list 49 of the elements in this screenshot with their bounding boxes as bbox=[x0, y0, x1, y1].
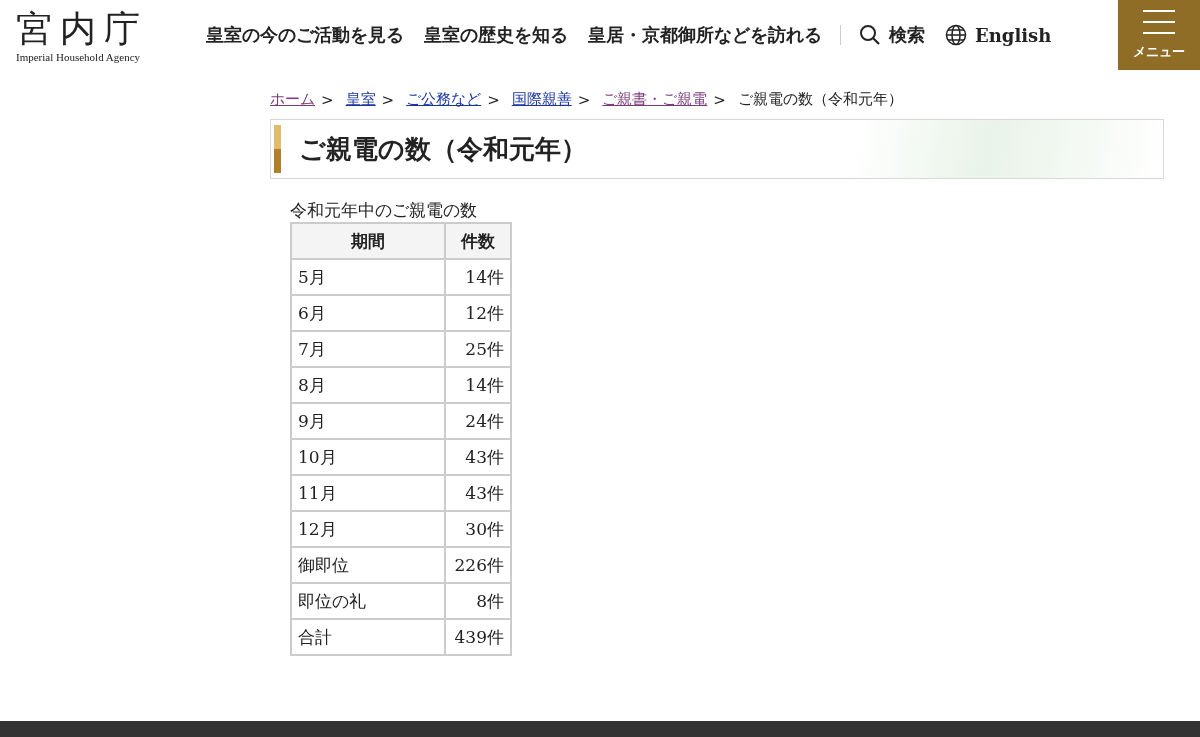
table-cell: 御即位 bbox=[291, 547, 445, 583]
table-cell: 30件 bbox=[445, 511, 511, 547]
table-caption: 令和元年中のご親電の数 bbox=[290, 199, 478, 222]
search-link[interactable]: 検索 bbox=[859, 23, 925, 47]
table-cell: 439件 bbox=[445, 619, 511, 655]
breadcrumb-separator: > bbox=[713, 90, 726, 109]
breadcrumb-current: ご親電の数（令和元年） bbox=[737, 90, 903, 109]
column-header: 期間 bbox=[291, 223, 445, 259]
nav-link[interactable]: 皇居・京都御所などを訪れる bbox=[588, 23, 822, 47]
table-cell: 14件 bbox=[445, 367, 511, 403]
search-icon bbox=[859, 24, 881, 46]
site-logo[interactable]: 宮内庁 bbox=[16, 7, 206, 51]
table-cell: 10月 bbox=[291, 439, 445, 475]
breadcrumb-separator: > bbox=[321, 90, 334, 109]
table-cell: 8月 bbox=[291, 367, 445, 403]
table-cell: 226件 bbox=[445, 547, 511, 583]
globe-icon bbox=[945, 24, 967, 46]
table-cell: 43件 bbox=[445, 439, 511, 475]
table-cell: 25件 bbox=[445, 331, 511, 367]
menu-button[interactable]: メニュー bbox=[1118, 0, 1200, 70]
table-cell: 5月 bbox=[291, 259, 445, 295]
breadcrumb-separator: > bbox=[381, 90, 395, 109]
table-cell: 9月 bbox=[291, 403, 445, 439]
table-cell: 14件 bbox=[445, 259, 511, 295]
table-cell: 12件 bbox=[445, 295, 511, 331]
breadcrumb-separator: > bbox=[577, 90, 591, 109]
table-cell: 43件 bbox=[445, 475, 511, 511]
table-cell: 8件 bbox=[445, 583, 511, 619]
menu-icon bbox=[1142, 9, 1176, 35]
table-cell: 11月 bbox=[291, 475, 445, 511]
nav-link[interactable]: 皇室の今のご活動を見る bbox=[206, 23, 404, 47]
table-cell: 12月 bbox=[291, 511, 445, 547]
page-title: ご親電の数（令和元年） bbox=[299, 132, 587, 166]
breadcrumb-link[interactable]: ご公務など bbox=[406, 90, 482, 109]
column-header: 件数 bbox=[445, 223, 511, 259]
table-cell: 6月 bbox=[291, 295, 445, 331]
breadcrumb-link[interactable]: ホーム bbox=[270, 90, 315, 109]
breadcrumb-link[interactable]: 皇室 bbox=[345, 90, 376, 109]
table-cell: 即位の礼 bbox=[291, 583, 445, 619]
table-cell: 24件 bbox=[445, 403, 511, 439]
logo-subtitle: Imperial Household Agency bbox=[16, 51, 142, 63]
title-accent-bar bbox=[274, 125, 281, 173]
language-link[interactable]: English bbox=[945, 24, 1052, 46]
breadcrumb-link[interactable]: 国際親善 bbox=[511, 90, 572, 109]
nav-link[interactable]: 皇室の歴史を知る bbox=[424, 23, 568, 47]
breadcrumb-separator: > bbox=[487, 90, 500, 109]
breadcrumb-link[interactable]: ご親書・ご親電 bbox=[602, 90, 708, 109]
table-cell: 7月 bbox=[291, 331, 445, 367]
table-cell: 合計 bbox=[291, 619, 445, 655]
